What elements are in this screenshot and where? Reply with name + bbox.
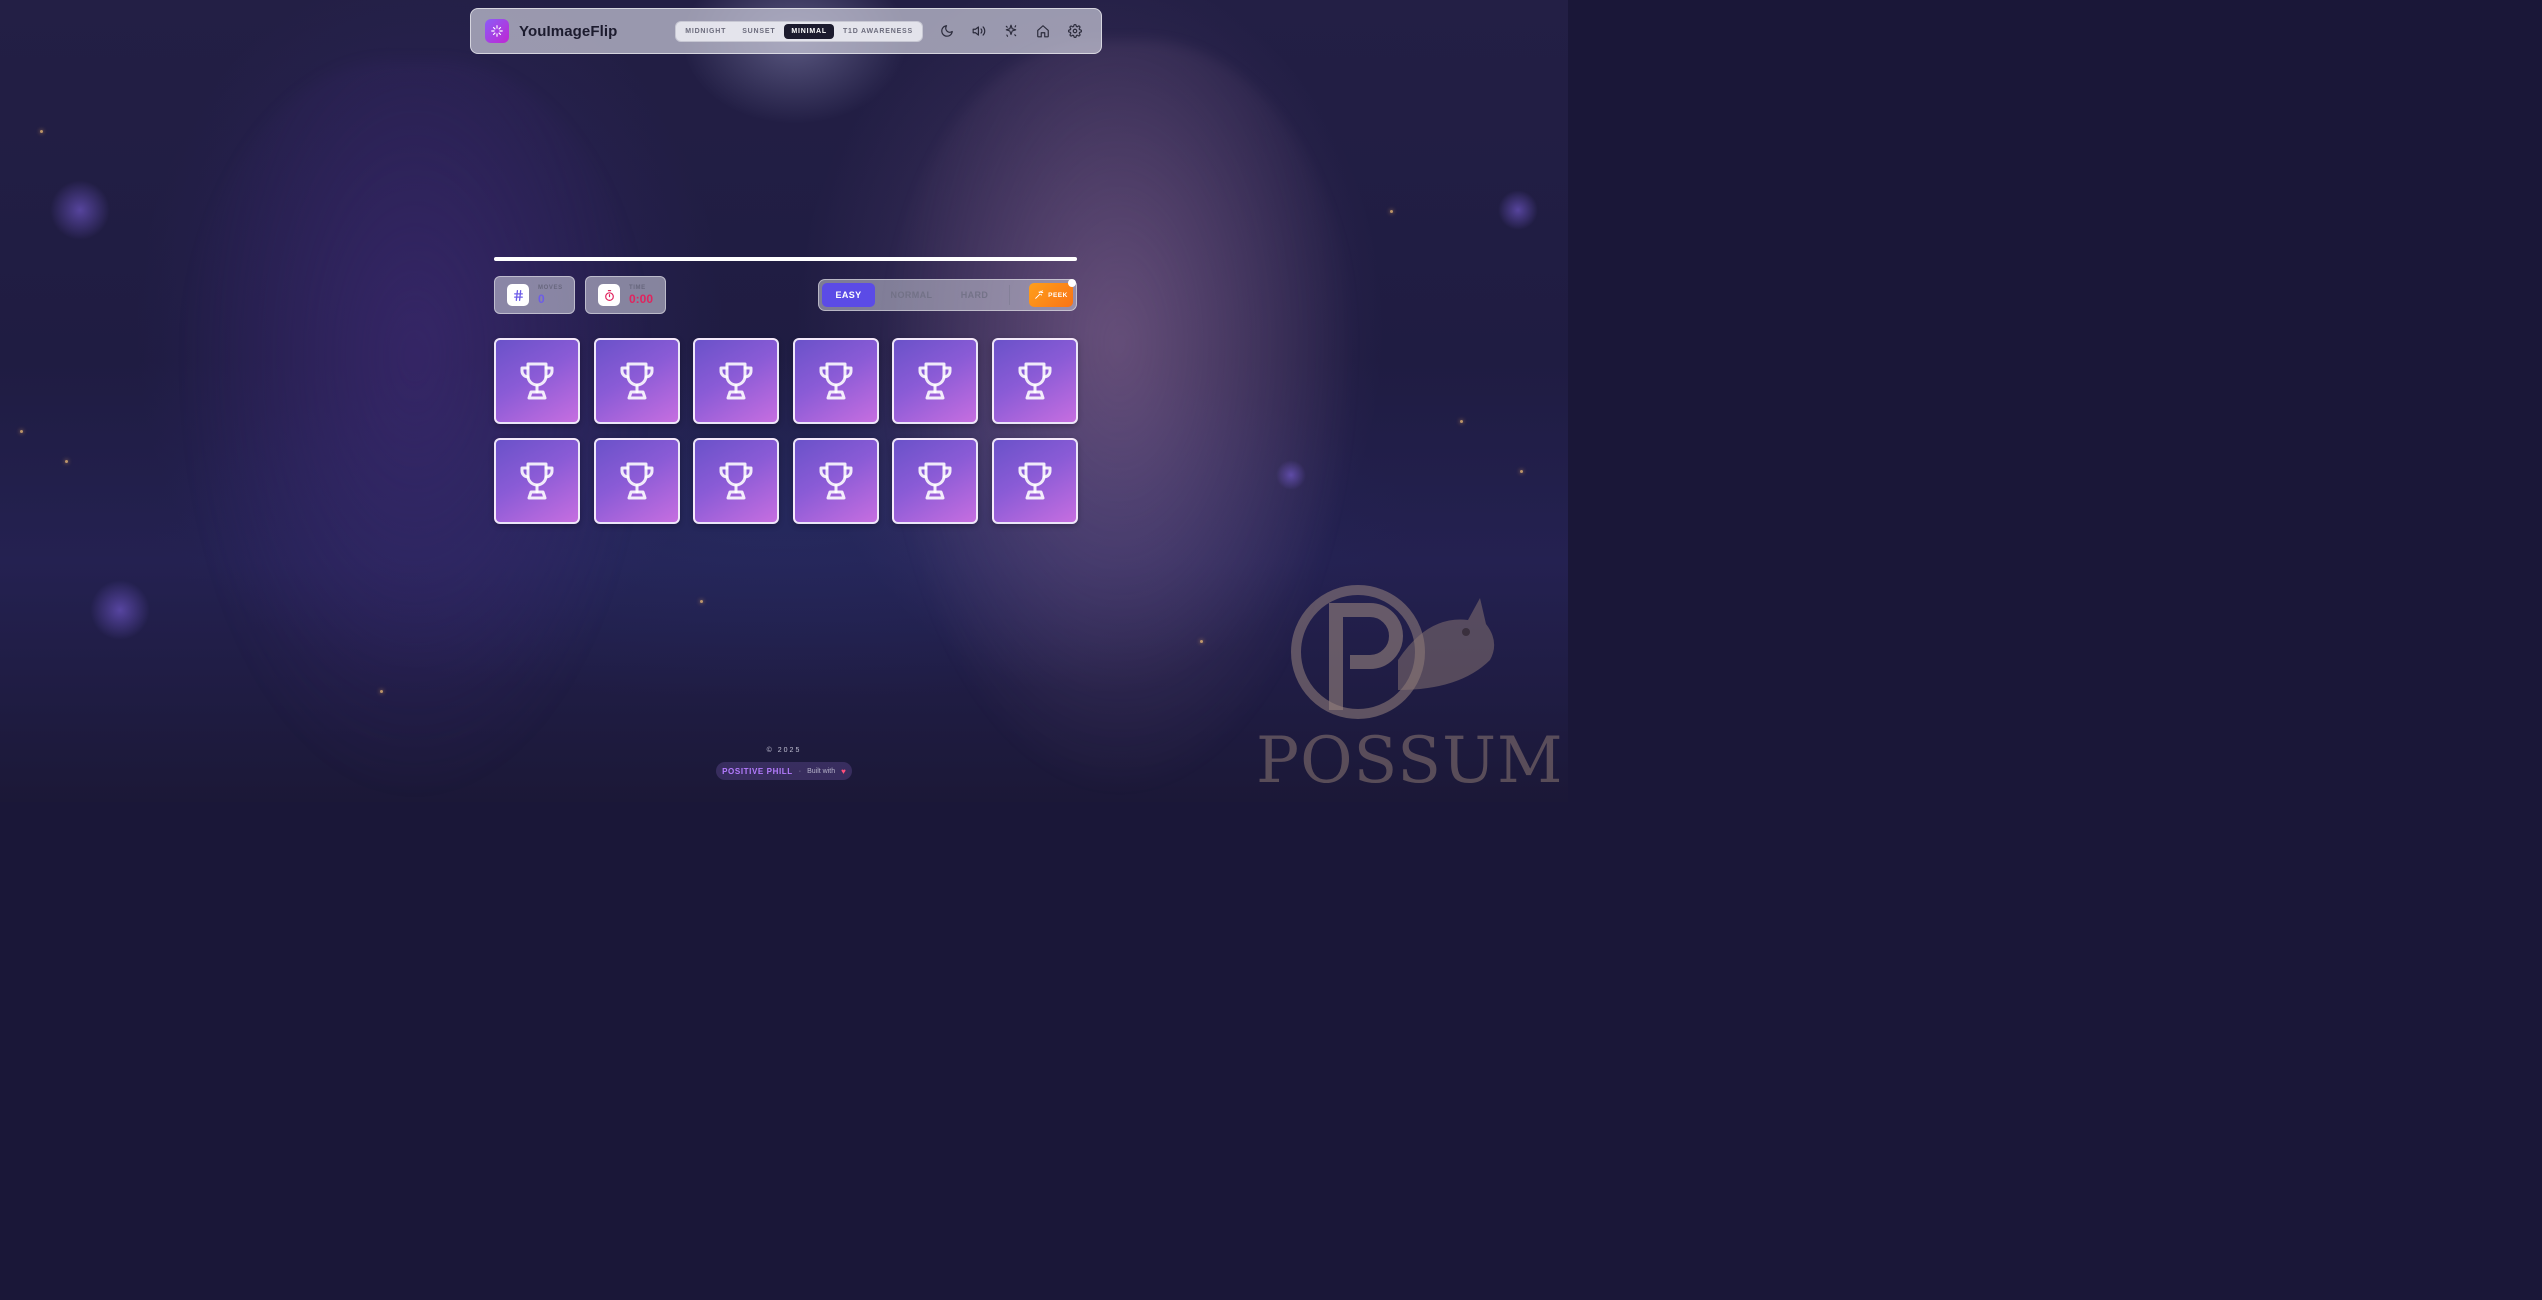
spark — [65, 460, 68, 463]
trophy-icon — [620, 462, 653, 500]
app-header: YouImageFlip MIDNIGHT SUNSET MINIMAL T1D… — [470, 8, 1102, 54]
moves-value: 0 — [538, 292, 545, 306]
glow-orb — [90, 580, 150, 640]
memory-card[interactable] — [892, 438, 978, 524]
built-with-text: Built with — [807, 767, 836, 775]
game-progress-bar — [494, 257, 1077, 261]
copyright-text: © 2025 — [766, 747, 802, 754]
spark — [700, 600, 703, 603]
settings-button[interactable] — [1063, 19, 1087, 43]
spark — [1390, 210, 1393, 213]
trophy-icon — [819, 462, 852, 500]
difficulty-selector: EASY NORMAL HARD PEEK — [818, 279, 1077, 311]
moves-counter: MOVES 0 — [494, 276, 575, 314]
memory-card[interactable] — [792, 438, 879, 524]
timer-icon — [604, 289, 614, 301]
sparkle-icon — [1005, 24, 1017, 37]
hash-icon-box — [507, 284, 529, 306]
memory-card[interactable] — [991, 338, 1078, 424]
spark — [1520, 470, 1523, 473]
time-value: 0:00 — [629, 292, 654, 306]
home-button[interactable] — [1031, 19, 1055, 43]
glow-orb — [1498, 190, 1538, 230]
trophy-icon — [719, 362, 753, 400]
trophy-icon — [918, 462, 952, 500]
difficulty-divider — [1009, 285, 1010, 305]
trophy-icon — [819, 362, 852, 400]
spark — [20, 430, 23, 433]
difficulty-easy-button[interactable]: EASY — [822, 283, 875, 307]
memory-card[interactable] — [494, 438, 580, 524]
memory-card[interactable] — [693, 338, 779, 424]
hash-icon — [513, 289, 523, 301]
peek-button[interactable]: PEEK — [1029, 279, 1076, 307]
memory-card[interactable] — [991, 438, 1078, 524]
moves-label: MOVES — [538, 285, 563, 291]
time-counter: TIME 0:00 — [585, 276, 666, 314]
possum-emblem-icon — [1291, 585, 1495, 719]
glow-orb — [1276, 460, 1306, 490]
trophy-icon — [1018, 362, 1051, 400]
theme-switcher: MIDNIGHT SUNSET MINIMAL T1D AWARENESS — [675, 20, 923, 42]
trophy-icon — [620, 362, 653, 400]
dark-mode-button[interactable] — [935, 19, 959, 43]
difficulty-normal-button[interactable]: NORMAL — [885, 283, 938, 307]
memory-card[interactable] — [593, 438, 680, 524]
difficulty-hard-button[interactable]: HARD — [948, 283, 1001, 307]
sound-button[interactable] — [967, 19, 991, 43]
app-logo[interactable] — [485, 19, 509, 43]
theme-t1d-awareness-button[interactable]: T1D AWARENESS — [836, 24, 920, 39]
memory-card[interactable] — [792, 338, 879, 424]
trophy-icon — [918, 362, 952, 400]
trophy-icon — [1018, 462, 1051, 500]
spark — [40, 130, 43, 133]
credit-badge[interactable]: POSITIVE PHILL · Built with ♥ — [716, 762, 852, 780]
sparkles-logo-icon — [491, 25, 503, 37]
author-link[interactable]: POSITIVE PHILL — [722, 767, 793, 776]
card-grid — [494, 338, 1078, 524]
trophy-icon — [719, 462, 753, 500]
effects-button[interactable] — [999, 19, 1023, 43]
peek-label: PEEK — [1048, 291, 1068, 299]
theme-sunset-button[interactable]: SUNSET — [735, 24, 782, 39]
time-label: TIME — [629, 285, 646, 291]
credit-separator: · — [798, 767, 802, 775]
spark — [1200, 640, 1203, 643]
volume-icon — [972, 26, 986, 36]
trophy-icon — [520, 462, 554, 500]
game-progress-fill — [494, 257, 1077, 261]
memory-card[interactable] — [693, 438, 779, 524]
heart-icon: ♥ — [841, 766, 846, 776]
wand-icon — [1035, 290, 1044, 299]
trophy-icon — [520, 362, 554, 400]
possum-watermark: POSSUM — [1256, 580, 1564, 798]
app-title: YouImageFlip — [519, 22, 618, 40]
glow-orb — [50, 180, 110, 240]
spark — [1460, 420, 1463, 423]
header-icon-group — [935, 19, 1087, 43]
peek-indicator-dot — [1068, 279, 1076, 287]
memory-card[interactable] — [892, 338, 978, 424]
spark — [380, 690, 383, 693]
timer-icon-box — [598, 284, 620, 306]
watermark-text: POSSUM — [1256, 724, 1564, 798]
memory-card[interactable] — [593, 338, 680, 424]
moon-icon — [941, 25, 953, 37]
memory-card[interactable] — [494, 338, 580, 424]
theme-minimal-button[interactable]: MINIMAL — [784, 23, 834, 39]
settings-icon — [1068, 24, 1082, 38]
home-icon — [1037, 25, 1049, 38]
theme-midnight-button[interactable]: MIDNIGHT — [678, 24, 733, 39]
